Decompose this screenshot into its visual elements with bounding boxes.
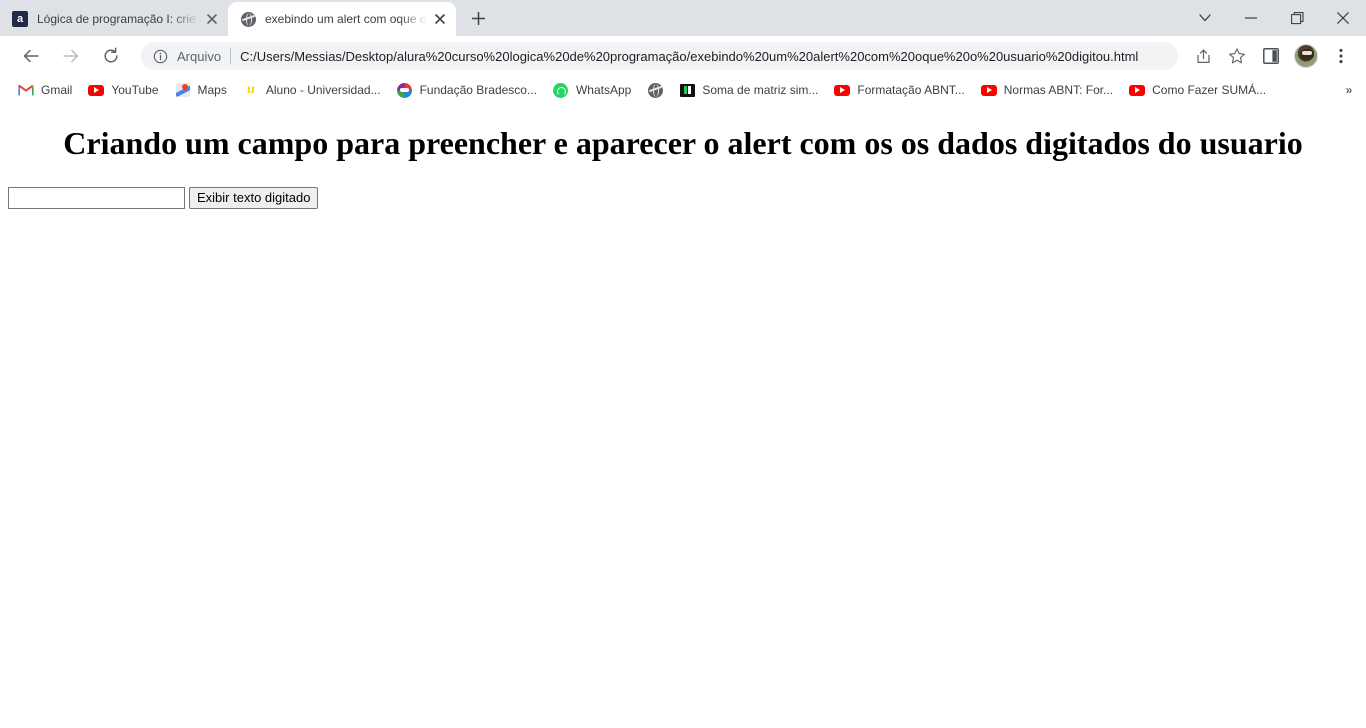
reload-button[interactable]	[96, 41, 126, 71]
tab-search-button[interactable]	[1182, 0, 1228, 36]
aluno-icon: u	[246, 82, 255, 97]
bradesco-icon	[397, 82, 413, 98]
forward-button[interactable]	[56, 41, 86, 71]
page-title: Criando um campo para preencher e aparec…	[63, 125, 1303, 161]
bookmark-youtube[interactable]: YouTube	[80, 78, 166, 102]
globe-icon	[240, 11, 256, 27]
bookmark-label: Maps	[197, 83, 227, 97]
youtube-icon	[88, 82, 105, 98]
bookmark-gmail[interactable]: Gmail	[10, 78, 80, 102]
alura-icon-letter: a	[12, 11, 28, 27]
bookmark-como-fazer-sumario[interactable]: Como Fazer SUMÁ...	[1121, 78, 1274, 102]
bookmark-whatsapp[interactable]: WhatsApp	[545, 78, 639, 102]
globe-icon	[647, 82, 663, 98]
omnibox-divider	[230, 48, 232, 64]
maximize-button[interactable]	[1274, 0, 1320, 36]
bookmark-normas-abnt[interactable]: Normas ABNT: For...	[973, 78, 1121, 102]
whatsapp-icon	[553, 82, 569, 98]
bookmark-label: Aluno - Universidad...	[265, 83, 381, 97]
tab-alura[interactable]: a Lógica de programação I: crie pro	[0, 2, 228, 36]
gmail-icon	[18, 82, 34, 98]
bookmark-label: WhatsApp	[575, 83, 632, 97]
browser-toolbar: Arquivo C:/Users/Messias/Desktop/alura%2…	[0, 36, 1366, 76]
input-form-row: Exibir texto digitado	[0, 187, 1366, 209]
bookmark-label: Soma de matriz sim...	[702, 83, 819, 97]
profile-avatar[interactable]	[1294, 44, 1318, 68]
youtube-icon	[1129, 82, 1146, 98]
bookmark-unnamed-site[interactable]	[639, 78, 671, 102]
maps-icon	[175, 82, 191, 98]
bookmarks-overflow-button[interactable]: »	[1338, 78, 1360, 102]
close-icon[interactable]	[204, 11, 220, 27]
share-icon[interactable]	[1189, 42, 1217, 70]
tab-title: exebindo um alert com oque o u	[265, 12, 428, 26]
bookmark-label: Fundação Bradesco...	[419, 83, 537, 97]
url-scheme-label: Arquivo	[177, 48, 222, 64]
alura-icon: a	[12, 11, 28, 27]
bookmark-fundacao-bradesco[interactable]: Fundação Bradesco...	[389, 78, 545, 102]
browser-window: a Lógica de programação I: crie pro exeb…	[0, 0, 1366, 728]
bookmark-label: Como Fazer SUMÁ...	[1152, 83, 1267, 97]
exibir-texto-button[interactable]: Exibir texto digitado	[189, 187, 319, 209]
side-panel-icon[interactable]	[1257, 42, 1285, 70]
browser-menu-button[interactable]	[1327, 42, 1355, 70]
bookmark-label: Formatação ABNT...	[857, 83, 965, 97]
close-button[interactable]	[1320, 0, 1366, 36]
minimize-button[interactable]	[1228, 0, 1274, 36]
bookmark-label: YouTube	[111, 83, 159, 97]
tab-title: Lógica de programação I: crie pro	[37, 12, 200, 26]
tab-strip: a Lógica de programação I: crie pro exeb…	[0, 0, 1366, 36]
back-button[interactable]	[16, 41, 46, 71]
bookmark-label: Normas ABNT: For...	[1003, 83, 1114, 97]
window-controls	[1182, 0, 1366, 36]
youtube-icon	[834, 82, 851, 98]
matriz-icon	[679, 82, 695, 98]
bookmarks-bar: Gmail YouTube Maps u Aluno - Universidad…	[0, 76, 1366, 104]
close-icon[interactable]	[432, 11, 448, 27]
bookmark-soma-de-matriz[interactable]: Soma de matriz sim...	[671, 78, 826, 102]
bookmark-formatacao-abnt[interactable]: Formatação ABNT...	[826, 78, 972, 102]
text-input[interactable]	[8, 187, 185, 209]
url-text: C:/Users/Messias/Desktop/alura%20curso%2…	[240, 48, 1139, 64]
tab-exebindo-alert[interactable]: exebindo um alert com oque o u	[228, 2, 456, 36]
info-circle-icon[interactable]	[153, 48, 169, 64]
bookmark-label: Gmail	[41, 83, 73, 97]
new-tab-button[interactable]	[464, 4, 492, 32]
bookmark-maps[interactable]: Maps	[167, 78, 235, 102]
page-content: Criando um campo para preencher e aparec…	[0, 104, 1366, 728]
address-bar[interactable]: Arquivo C:/Users/Messias/Desktop/alura%2…	[141, 42, 1178, 70]
star-icon[interactable]	[1223, 42, 1251, 70]
bookmark-aluno-universidade[interactable]: u Aluno - Universidad...	[235, 78, 389, 102]
youtube-icon	[980, 82, 997, 98]
